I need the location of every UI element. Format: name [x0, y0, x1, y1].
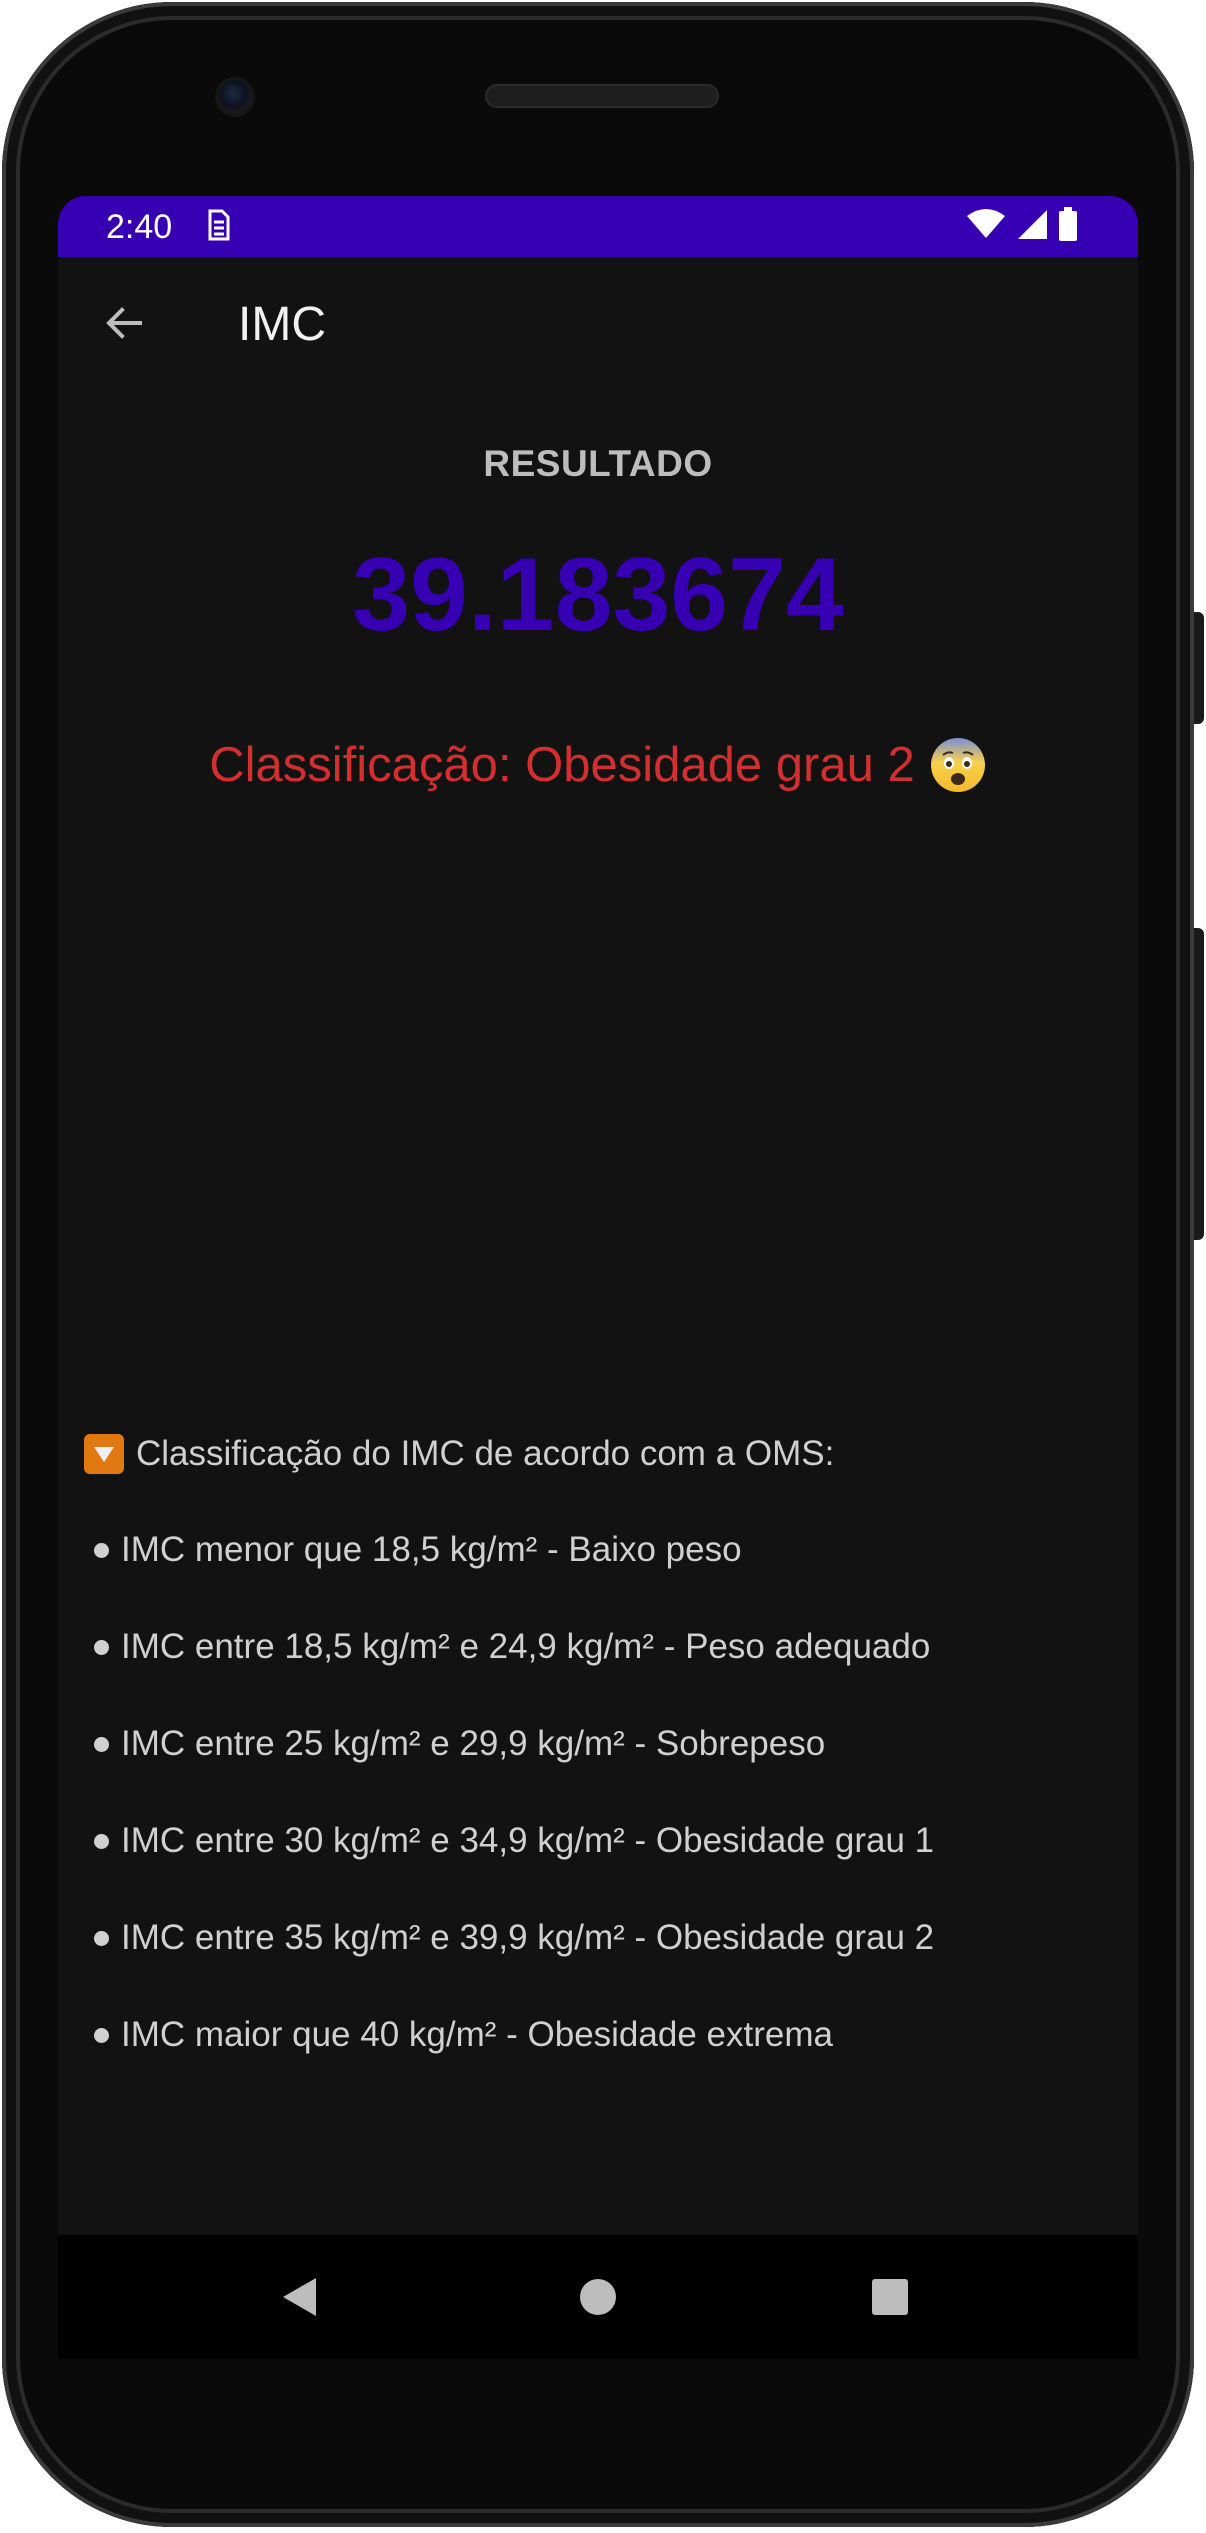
- signal-icon: [1016, 208, 1048, 245]
- down-triangle-icon: [84, 1434, 124, 1474]
- list-item-text: IMC maior que 40 kg/m² - Obesidade extre…: [121, 2015, 833, 2054]
- result-value: 39.183674: [352, 537, 844, 653]
- bullet-icon: [94, 1736, 109, 1752]
- bullet-icon: [94, 1639, 109, 1655]
- bullet-icon: [94, 1833, 109, 1849]
- result-label: RESULTADO: [483, 443, 713, 484]
- earpiece-speaker: [485, 84, 719, 108]
- info-title-text: Classificação do IMC de acordo com a OMS…: [136, 1434, 835, 1473]
- navigation-bar: [58, 2235, 1138, 2359]
- app-bar: IMC: [58, 257, 1138, 404]
- front-camera: [218, 80, 252, 114]
- classification-label: Classificação: Obesidade grau 2: [209, 738, 915, 792]
- list-item: IMC entre 30 kg/m² e 34,9 kg/m² - Obesid…: [84, 1811, 1114, 1871]
- list-item-text: IMC entre 18,5 kg/m² e 24,9 kg/m² - Peso…: [121, 1627, 931, 1666]
- back-button[interactable]: [88, 287, 160, 359]
- status-time: 2:40: [106, 208, 173, 246]
- sim-card-icon: [204, 208, 232, 242]
- battery-icon: [1058, 206, 1078, 246]
- back-triangle-icon: [283, 2278, 316, 2316]
- list-item: IMC entre 25 kg/m² e 29,9 kg/m² - Sobrep…: [84, 1714, 1114, 1774]
- list-item-text: IMC entre 30 kg/m² e 34,9 kg/m² - Obesid…: [121, 1821, 935, 1860]
- list-item-text: IMC entre 25 kg/m² e 29,9 kg/m² - Sobrep…: [121, 1724, 826, 1763]
- home-circle-icon: [580, 2279, 616, 2315]
- arrow-back-icon: [106, 307, 142, 339]
- list-item: IMC entre 35 kg/m² e 39,9 kg/m² - Obesid…: [84, 1908, 1114, 1968]
- list-item: IMC menor que 18,5 kg/m² - Baixo peso: [84, 1520, 1114, 1580]
- list-item-text: IMC menor que 18,5 kg/m² - Baixo peso: [121, 1530, 742, 1569]
- nav-back-button[interactable]: [276, 2273, 324, 2321]
- nav-recents-button[interactable]: [866, 2273, 914, 2321]
- fearful-face-icon: [930, 738, 985, 792]
- volume-button: [1194, 928, 1204, 1240]
- status-icons: [966, 206, 1078, 246]
- bullet-icon: [94, 2027, 109, 2043]
- status-bar: 2:40: [58, 196, 1138, 257]
- classification-text: Classificação: Obesidade grau 2: [58, 736, 1138, 794]
- screen: 2:40 IMC RESULTADO 39.183674 Classificaç…: [58, 196, 1138, 2235]
- recents-square-icon: [872, 2279, 908, 2315]
- app-title: IMC: [238, 298, 326, 351]
- list-item: IMC maior que 40 kg/m² - Obesidade extre…: [84, 2005, 1114, 2065]
- list-item-text: IMC entre 35 kg/m² e 39,9 kg/m² - Obesid…: [121, 1918, 935, 1957]
- nav-home-button[interactable]: [574, 2273, 622, 2321]
- wifi-icon: [966, 208, 1006, 245]
- list-item: IMC entre 18,5 kg/m² e 24,9 kg/m² - Peso…: [84, 1617, 1114, 1677]
- imc-info: Classificação do IMC de acordo com a OMS…: [84, 1424, 1114, 2102]
- bullet-icon: [94, 1930, 109, 1946]
- bullet-icon: [94, 1542, 109, 1558]
- info-title: Classificação do IMC de acordo com a OMS…: [84, 1424, 1114, 1484]
- power-button: [1194, 612, 1204, 724]
